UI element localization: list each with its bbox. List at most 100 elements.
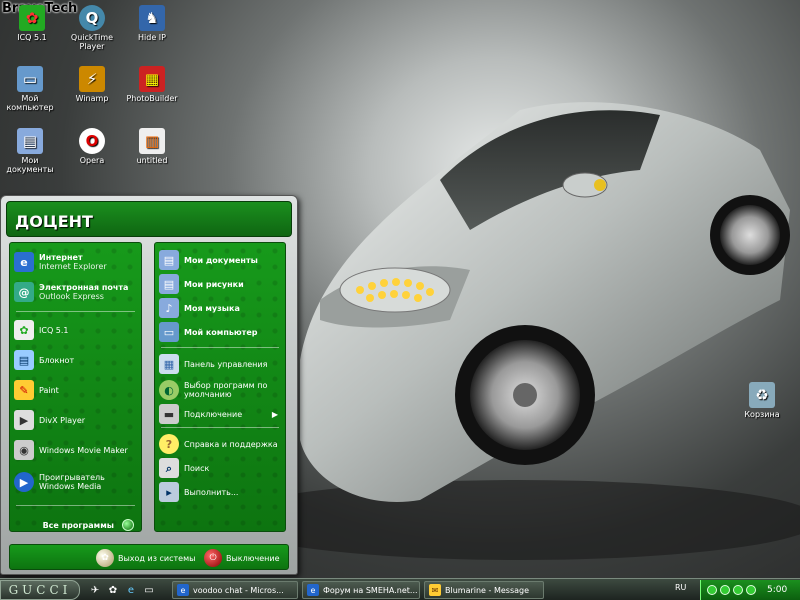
- control-panel-icon: ▦: [159, 354, 179, 374]
- internet-explorer-icon: e: [14, 252, 34, 272]
- start-menu-email[interactable]: @ Электронная почта Outlook Express: [14, 279, 137, 305]
- arrow-right-icon: [122, 519, 134, 531]
- desktop-icon-label: Мой компьютер: [6, 94, 54, 112]
- start-menu-control-panel[interactable]: ▦ Панель управления: [159, 351, 281, 377]
- log-off-label: Выход из системы: [118, 553, 196, 563]
- desktop-icon-label: Winamp: [75, 94, 109, 103]
- desktop-icon-quicktime[interactable]: Q QuickTime Player: [62, 5, 122, 51]
- sm-item-label: Подключение: [184, 409, 243, 419]
- folder-documents-icon: ▤: [159, 250, 179, 270]
- desktop-icon-label: untitled: [136, 156, 168, 165]
- my-documents-icon: ▤: [17, 128, 43, 154]
- sm-item-label: Мои документы: [184, 255, 258, 265]
- taskbar-item-label: Форум на SMEHA.net...: [323, 585, 418, 595]
- quick-launch-icon[interactable]: ✈: [88, 583, 102, 597]
- taskbar-item-voodoo-chat[interactable]: e voodoo chat - Micros...: [172, 581, 298, 599]
- outlook-express-icon: @: [14, 282, 34, 302]
- shutdown-button[interactable]: ⏻ Выключение: [204, 548, 279, 568]
- start-menu-connect[interactable]: ▬ Подключение ▶: [159, 401, 281, 427]
- start-menu-my-music[interactable]: ♪ Моя музыка: [159, 295, 281, 321]
- start-menu-recent-media-player[interactable]: ▶ Проигрыватель Windows Media: [14, 469, 137, 495]
- taskbar: GUCCI ✈ ✿ e ▭ e voodoo chat - Micros... …: [0, 578, 800, 600]
- start-menu-recent-notepad[interactable]: ▤ Блокнот: [14, 347, 137, 373]
- desktop-icon-label: Opera: [79, 156, 105, 165]
- taskbar-item-label: Blumarine - Message: [445, 585, 530, 595]
- desktop-icon-my-computer[interactable]: ▭ Мой компьютер: [0, 66, 60, 112]
- search-icon: ⌕: [159, 458, 179, 478]
- sm-item-label: Windows Movie Maker: [39, 445, 128, 455]
- start-menu-run[interactable]: ▸ Выполнить...: [159, 479, 281, 505]
- menu-separator: [16, 311, 135, 312]
- start-menu-programs-column: e Интернет Internet Explorer @ Электронна…: [9, 242, 142, 532]
- desktop-icon-label: Мои документы: [6, 156, 54, 174]
- tray-icon[interactable]: [707, 585, 717, 595]
- start-menu-recent-movie-maker[interactable]: ◉ Windows Movie Maker: [14, 437, 137, 463]
- start-menu-recent-paint[interactable]: ✎ Paint: [14, 377, 137, 403]
- start-menu-help[interactable]: ? Справка и поддержка: [159, 431, 281, 457]
- sm-item-title: Интернет: [39, 253, 83, 262]
- quick-launch-icon[interactable]: ▭: [142, 583, 156, 597]
- paint-icon: ✎: [14, 380, 34, 400]
- sm-item-subtitle: Outlook Express: [39, 292, 104, 301]
- start-menu-recent-icq[interactable]: ✿ ICQ 5.1: [14, 317, 137, 343]
- winamp-icon: ⚡: [79, 66, 105, 92]
- desktop-icon-hide-ip[interactable]: ♞ Hide IP: [122, 5, 182, 42]
- folder-music-icon: ♪: [159, 298, 179, 318]
- desktop-icon-recycle-bin[interactable]: ♻ Корзина: [732, 382, 792, 419]
- internet-explorer-icon: e: [177, 584, 189, 596]
- hide-ip-icon: ♞: [139, 5, 165, 31]
- movie-maker-icon: ◉: [14, 440, 34, 460]
- all-programs-button[interactable]: Все программы: [9, 516, 134, 534]
- help-bulb-icon: ?: [159, 434, 179, 454]
- taskbar-item-smeha-forum[interactable]: e Форум на SMEHA.net...: [302, 581, 420, 599]
- all-programs-label: Все программы: [42, 520, 114, 530]
- internet-explorer-icon[interactable]: e: [124, 583, 138, 597]
- sm-item-label: Панель управления: [184, 359, 268, 369]
- start-menu-my-computer[interactable]: ▭ Мой компьютер: [159, 319, 281, 345]
- taskbar-item-label: voodoo chat - Micros...: [193, 585, 284, 595]
- sm-item-label: Мой компьютер: [184, 327, 258, 337]
- tray-icon[interactable]: [733, 585, 743, 595]
- start-menu-default-programs[interactable]: ◐ Выбор программ по умолчанию: [159, 377, 281, 403]
- desktop-icon-opera[interactable]: O Opera: [62, 128, 122, 165]
- tray-icon[interactable]: [746, 585, 756, 595]
- tray-icon[interactable]: [720, 585, 730, 595]
- log-off-button[interactable]: ✿ Выход из системы: [96, 548, 195, 568]
- desktop-icon-photobuilder[interactable]: ▦ PhotoBuilder: [122, 66, 182, 103]
- desktop-icon-winamp[interactable]: ⚡ Winamp: [62, 66, 122, 103]
- sm-item-label: Мои рисунки: [184, 279, 244, 289]
- start-menu-user-name: ДОЦЕНТ: [6, 201, 292, 237]
- internet-explorer-icon: e: [307, 584, 319, 596]
- sm-item-subtitle: Internet Explorer: [39, 262, 107, 271]
- sm-item-label: Выбор программ по умолчанию: [184, 381, 268, 399]
- start-menu-my-pictures[interactable]: ▤ Мои рисунки: [159, 271, 281, 297]
- taskbar-item-blumarine-message[interactable]: ✉ Blumarine - Message: [424, 581, 544, 599]
- desktop-icon-label: Hide IP: [138, 33, 166, 42]
- sm-item-label: ICQ 5.1: [39, 325, 69, 335]
- menu-separator: [161, 347, 279, 348]
- sm-item-title: Электронная почта: [39, 283, 129, 292]
- run-icon: ▸: [159, 482, 179, 502]
- start-menu: ДОЦЕНТ e Интернет Internet Explorer @ Эле…: [0, 195, 298, 575]
- desktop-icon-icq[interactable]: ✿ ICQ 5.1: [2, 5, 62, 42]
- log-off-icon: ✿: [96, 549, 114, 567]
- quick-launch-icon[interactable]: ✿: [106, 583, 120, 597]
- desktop-icon-untitled[interactable]: ▥ untitled: [122, 128, 182, 165]
- desktop-icon-my-documents[interactable]: ▤ Мои документы: [0, 128, 60, 174]
- start-menu-internet[interactable]: e Интернет Internet Explorer: [14, 249, 137, 275]
- language-indicator[interactable]: RU: [675, 583, 686, 592]
- quicktime-icon: Q: [79, 5, 105, 31]
- desktop-icon-label: PhotoBuilder: [126, 94, 178, 103]
- menu-separator: [161, 427, 279, 428]
- start-menu-search[interactable]: ⌕ Поиск: [159, 455, 281, 481]
- menu-separator: [16, 505, 135, 506]
- system-tray: 5:00: [700, 580, 800, 600]
- desktop-icon-label: ICQ 5.1: [17, 33, 47, 42]
- clock[interactable]: 5:00: [767, 585, 787, 595]
- untitled-file-icon: ▥: [139, 128, 165, 154]
- start-menu-recent-divx[interactable]: ▶ DivX Player: [14, 407, 137, 433]
- sm-item-label: Справка и поддержка: [184, 439, 278, 449]
- start-button[interactable]: GUCCI: [0, 580, 80, 600]
- opera-icon: O: [79, 128, 105, 154]
- start-menu-my-documents[interactable]: ▤ Мои документы: [159, 247, 281, 273]
